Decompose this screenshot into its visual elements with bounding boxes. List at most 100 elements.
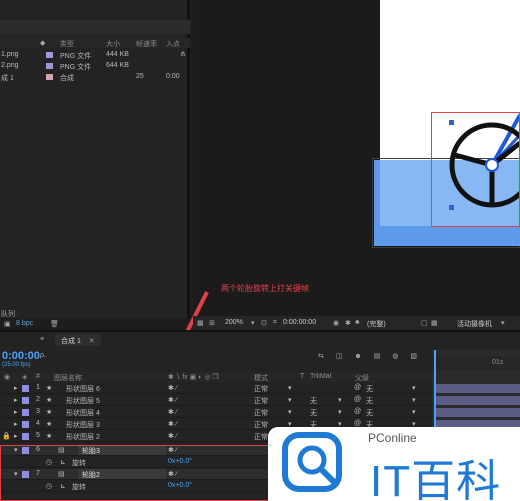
chevron-down-icon[interactable]: ▾ — [412, 384, 416, 392]
safe-area-icon[interactable]: ⊡ — [261, 319, 267, 327]
pick-whip-icon[interactable]: @ — [354, 396, 361, 403]
render-queue-tab[interactable]: 队列 — [1, 309, 15, 319]
chevron-down-icon[interactable]: ▾ — [288, 396, 292, 404]
layer-bar[interactable] — [436, 384, 520, 393]
layer-name[interactable]: 形状图层 2 — [66, 432, 100, 442]
current-time[interactable]: 0:00:00 — [2, 350, 40, 362]
label-swatch — [46, 74, 53, 80]
project-item[interactable]: 成 1 合成 25 0:00 — [0, 72, 190, 83]
eye-icon[interactable]: ◉ — [4, 373, 10, 381]
layer-mode[interactable]: 正常 — [254, 384, 268, 394]
chevron-down-icon[interactable]: ▾ — [288, 408, 292, 416]
switches-icon[interactable]: ✱ ∕ — [168, 408, 177, 416]
col-layer-name[interactable]: 图层名称 — [54, 373, 82, 383]
expand-icon[interactable]: ▸ — [14, 408, 18, 416]
region-icon[interactable]: ⌗ — [273, 319, 277, 327]
layer-mode[interactable]: 正常 — [254, 408, 268, 418]
layer-name[interactable]: 形状图层 3 — [66, 420, 100, 430]
draft-3d-icon[interactable]: ◫ — [336, 353, 343, 360]
col-mode[interactable]: 模式 — [254, 373, 268, 383]
timeline-column-header: ◉ ◈ # 图层名称 ✱ ∖ fx ▣ ◐ ◎ ❐ 模式 T TrkMat 父级 — [0, 372, 432, 382]
label-swatch — [22, 409, 29, 416]
tab-composition[interactable]: 合成 1 ✕ — [55, 334, 101, 346]
layer-parent[interactable]: 无 — [366, 408, 373, 418]
resolution-select[interactable]: (完整) — [367, 319, 386, 329]
viewer-timecode[interactable]: 0:00:00:00 — [283, 319, 316, 326]
color-icon[interactable]: ♣ — [355, 319, 360, 326]
interpret-footage-icon[interactable]: ▣ — [4, 320, 11, 328]
bpc-toggle[interactable]: 8 bpc — [16, 320, 33, 327]
table-row[interactable]: ▸ 2 ★ 形状图层 5 ✱ ∕ 正常 ▾ 无 ▾ @ 无 ▾ — [0, 395, 432, 406]
col-trkmat[interactable]: TrkMat — [310, 373, 332, 380]
tag-icon: ◆ — [40, 40, 46, 47]
expand-icon[interactable]: ▸ — [14, 420, 18, 428]
comp-mini-flowchart-icon[interactable]: ⇆ — [318, 353, 324, 360]
label-icon[interactable]: ◈ — [22, 373, 27, 381]
zoom-select[interactable]: 200% — [225, 319, 243, 326]
layer-search-input[interactable]: ρ. — [40, 352, 46, 359]
layer-name[interactable]: 形状图层 6 — [66, 384, 100, 394]
camera-select[interactable]: 活动摄像机 — [457, 319, 492, 329]
switches-icon[interactable]: ✱ ∕ — [168, 396, 177, 404]
pick-whip-icon[interactable]: @ — [354, 420, 361, 427]
snapshot-icon[interactable]: ◉ — [333, 319, 339, 327]
table-row[interactable]: ▸ 3 ★ 形状图层 4 ✱ ∕ 正常 ▾ 无 ▾ @ 无 ▾ — [0, 407, 432, 418]
transparency-icon[interactable]: ▦ — [431, 319, 438, 327]
layer-bar[interactable] — [436, 396, 520, 405]
trash-icon[interactable]: 🗑 — [50, 320, 59, 328]
col-parent[interactable]: 父级 — [355, 373, 369, 383]
chevron-down-icon[interactable]: ▾ — [412, 408, 416, 416]
switches-icon[interactable]: ✱ ∕ — [168, 420, 177, 428]
switches-icon[interactable]: ✱ ∕ — [168, 384, 177, 392]
layer-mode[interactable]: 正常 — [254, 396, 268, 406]
motion-blur-icon[interactable]: ◍ — [392, 353, 398, 360]
layer-parent[interactable]: 无 — [366, 396, 373, 406]
expand-icon[interactable]: ▸ — [14, 384, 18, 392]
pick-whip-icon[interactable]: @ — [354, 408, 361, 415]
layer-name[interactable]: 形状图层 4 — [66, 408, 100, 418]
layer-name[interactable]: 形状图层 5 — [66, 396, 100, 406]
channel-icon[interactable]: ✱ — [345, 319, 351, 327]
pick-whip-icon[interactable]: @ — [354, 384, 361, 391]
search-logo-icon — [282, 432, 342, 492]
graph-editor-icon[interactable]: ▧ — [410, 353, 417, 360]
time-ruler[interactable]: 01s — [432, 356, 520, 370]
chevron-down-icon[interactable]: ▾ — [338, 408, 342, 416]
col-type[interactable]: 类型 — [60, 39, 74, 49]
switches-icon[interactable]: ✱ ∖ fx ▣ ◐ ◎ ❐ — [168, 373, 219, 381]
table-row[interactable]: ▸ 1 ★ 形状图层 6 ✱ ∕ 正常 ▾ @ 无 ▾ — [0, 383, 432, 394]
roi-icon[interactable]: ▢ — [421, 319, 428, 327]
chevron-down-icon[interactable]: ▾ — [501, 319, 505, 327]
project-column-header: ◆ 类型 大小 帧速率 入点 — [0, 38, 190, 48]
layer-bar[interactable] — [436, 408, 520, 417]
layer-mode[interactable]: 正常 — [254, 420, 268, 430]
project-item[interactable]: 1.png PNG 文件 444 KB — [0, 50, 190, 61]
project-search-input[interactable] — [0, 20, 190, 34]
chevron-down-icon[interactable]: ▾ — [251, 319, 255, 327]
file-name: 成 1 — [1, 75, 14, 82]
expand-icon[interactable]: ▸ — [14, 396, 18, 404]
col-fps[interactable]: 帧速率 — [136, 39, 157, 49]
col-in[interactable]: 入点 — [166, 39, 180, 49]
layer-trkmat[interactable]: 无 — [310, 396, 317, 406]
chevron-down-icon[interactable]: ▾ — [338, 396, 342, 404]
menu-icon[interactable]: ≡ — [40, 336, 44, 343]
hierarchy-icon[interactable]: ⋔ — [180, 50, 186, 58]
col-size[interactable]: 大小 — [106, 39, 120, 49]
file-name: 1.png — [1, 51, 19, 58]
mask-toggle-icon[interactable]: ▦ — [197, 319, 204, 327]
close-icon[interactable]: ✕ — [89, 338, 95, 345]
switches-icon[interactable]: ✱ ∕ — [168, 432, 177, 440]
project-item[interactable]: 2.png PNG 文件 644 KB — [0, 61, 190, 72]
chevron-down-icon[interactable]: ▾ — [412, 396, 416, 404]
chevron-down-icon[interactable]: ▾ — [288, 384, 292, 392]
expand-icon[interactable]: ▸ — [14, 432, 18, 440]
lock-icon[interactable]: 🔒 — [2, 432, 11, 440]
layer-trkmat[interactable]: 无 — [310, 408, 317, 418]
layer-mode[interactable]: 正常 — [254, 432, 268, 442]
frame-blend-icon[interactable]: ▤ — [374, 353, 381, 360]
star-icon: ★ — [46, 421, 53, 428]
layer-parent[interactable]: 无 — [366, 384, 373, 394]
grid-icon[interactable]: ⊞ — [209, 319, 215, 327]
shy-icon[interactable]: ☻ — [354, 353, 361, 360]
